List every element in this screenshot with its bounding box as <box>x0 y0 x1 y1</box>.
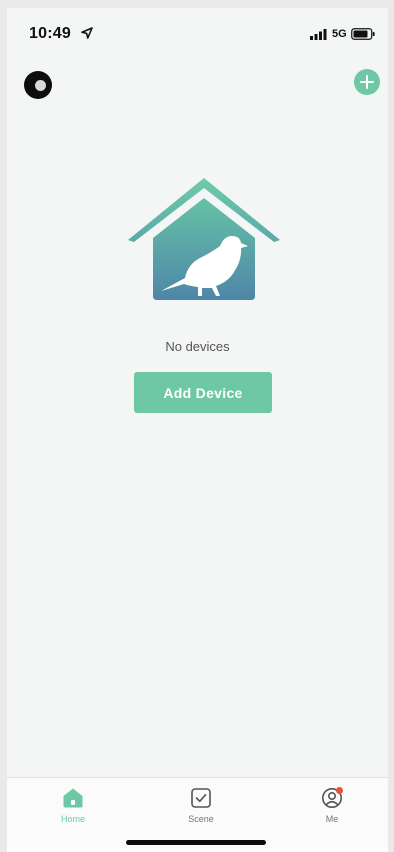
location-arrow-icon <box>81 27 93 39</box>
signal-bars-icon <box>310 29 327 40</box>
home-indicator <box>126 840 266 845</box>
checkbox-icon <box>191 788 211 808</box>
app-screen: 10:49 5G No devices Add Device Home Scen… <box>7 8 388 848</box>
tab-label: Me <box>325 814 339 824</box>
home-icon <box>63 788 83 808</box>
profile-icon <box>322 787 343 808</box>
tab-home[interactable]: Home <box>33 786 113 836</box>
status-bar: 10:49 5G <box>7 8 388 52</box>
screen-border-right <box>388 0 394 852</box>
plus-icon <box>360 75 374 89</box>
bird-house-icon <box>128 178 280 300</box>
notification-badge <box>336 787 343 794</box>
status-time: 10:49 <box>29 25 71 42</box>
avatar-highlight <box>35 80 46 91</box>
avatar[interactable] <box>24 71 52 99</box>
add-button[interactable] <box>354 69 380 95</box>
tab-label: Scene <box>188 814 214 824</box>
network-type-label: 5G <box>332 28 347 40</box>
tab-bar: Home Scene Me <box>7 777 388 848</box>
empty-state-message: No devices <box>165 339 230 354</box>
tab-label: Home <box>60 814 85 824</box>
battery-icon <box>351 28 375 40</box>
tab-scene[interactable]: Scene <box>161 786 241 836</box>
tab-me[interactable]: Me <box>292 786 372 836</box>
screen-border-top <box>0 0 394 8</box>
screen-border-left <box>0 0 7 852</box>
add-device-button[interactable]: Add Device <box>134 372 272 413</box>
